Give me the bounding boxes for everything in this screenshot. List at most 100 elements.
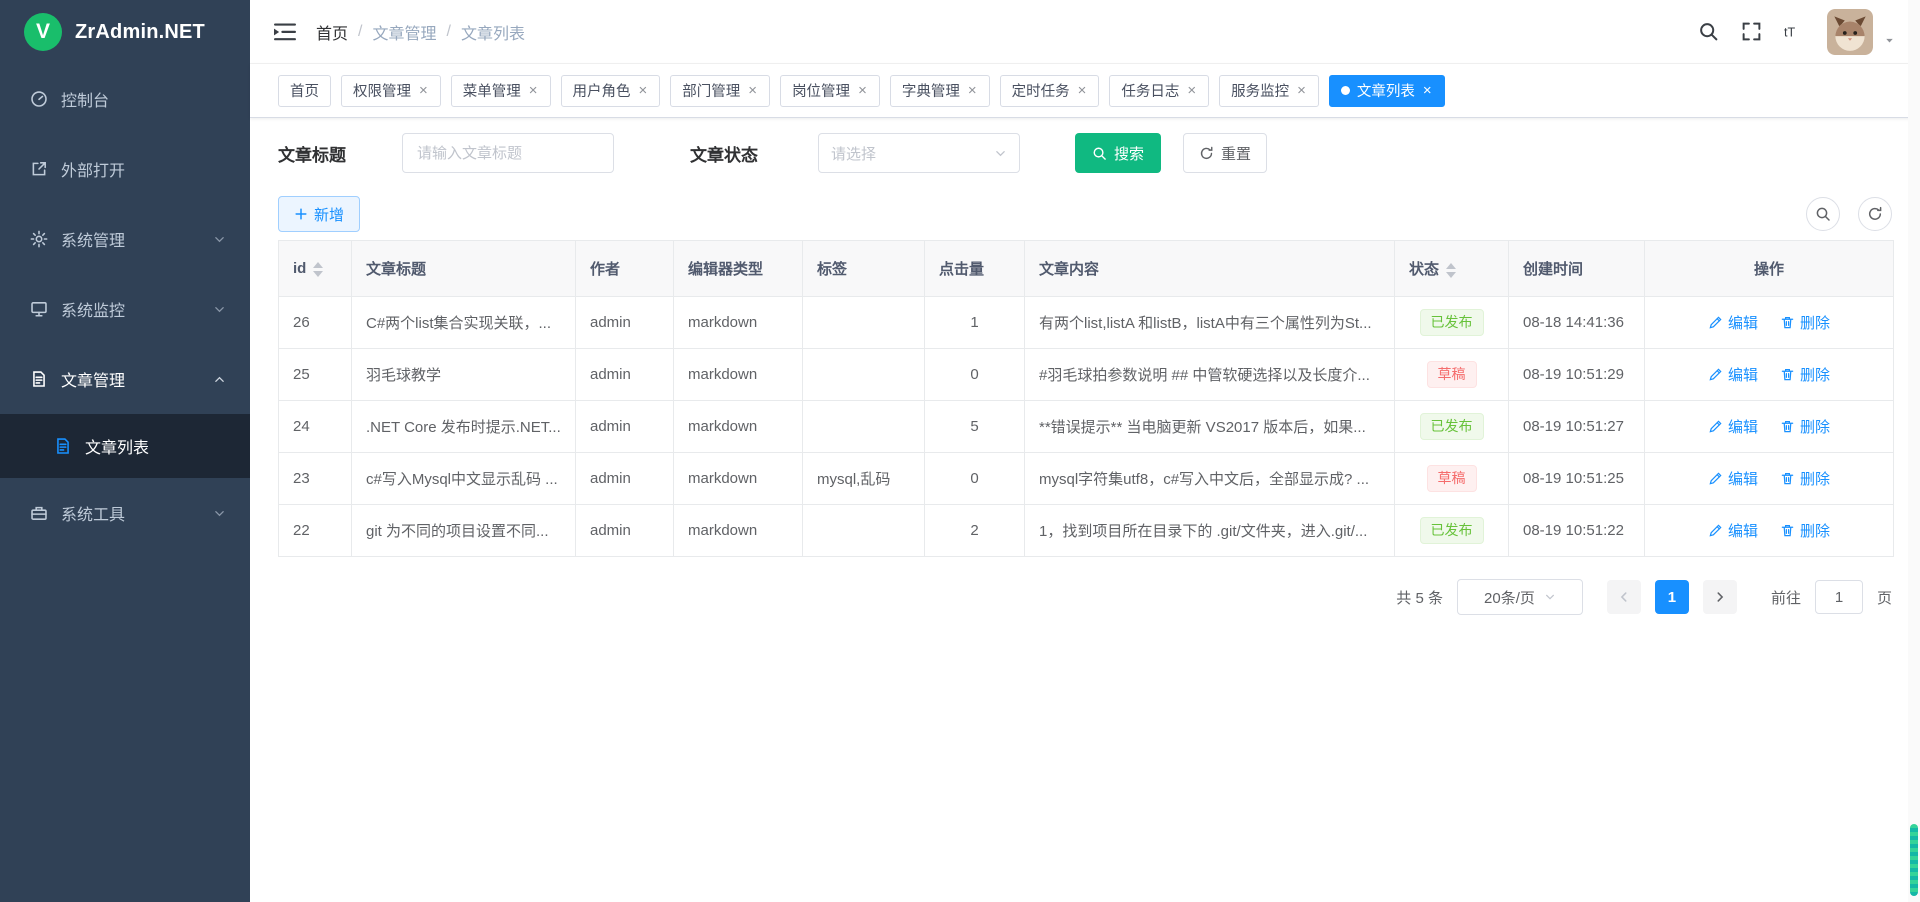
tab-2[interactable]: 菜单管理× (451, 75, 551, 107)
delete-link[interactable]: 删除 (1780, 364, 1830, 385)
edit-link[interactable]: 编辑 (1708, 416, 1758, 437)
close-icon[interactable]: × (747, 83, 758, 98)
refresh-table-button[interactable] (1858, 197, 1892, 231)
tab-8[interactable]: 任务日志× (1109, 75, 1209, 107)
delete-link-label: 删除 (1800, 520, 1830, 541)
reset-button[interactable]: 重置 (1183, 133, 1267, 173)
cell-actions: 编辑 删除 (1645, 349, 1894, 401)
column-header-8: 创建时间 (1509, 241, 1645, 297)
tab-1[interactable]: 权限管理× (341, 75, 441, 107)
edit-link[interactable]: 编辑 (1708, 364, 1758, 385)
title-filter-input[interactable] (402, 133, 614, 173)
status-filter-select[interactable]: 请选择 (818, 133, 1020, 173)
tab-9[interactable]: 服务监控× (1219, 75, 1319, 107)
chevron-down-icon (213, 507, 226, 520)
table-row: 26C#两个list集合实现关联，...adminmarkdown1有两个lis… (279, 297, 1894, 349)
cell-title: c#写入Mysql中文显示乱码 ... (352, 453, 576, 505)
delete-link[interactable]: 删除 (1780, 416, 1830, 437)
cell-status: 已发布 (1395, 297, 1509, 349)
close-icon[interactable]: × (1077, 83, 1088, 98)
page-number-button[interactable]: 1 (1655, 580, 1689, 614)
sidebar-item-label: 系统管理 (61, 227, 125, 251)
edit-link[interactable]: 编辑 (1708, 520, 1758, 541)
toolbox-icon (30, 504, 48, 522)
close-icon[interactable]: × (1296, 83, 1307, 98)
tab-0[interactable]: 首页 (278, 75, 331, 107)
edit-link[interactable]: 编辑 (1708, 468, 1758, 489)
edit-link[interactable]: 编辑 (1708, 312, 1758, 333)
fullscreen-icon[interactable] (1741, 21, 1762, 42)
close-icon[interactable]: × (418, 83, 429, 98)
breadcrumb-item[interactable]: 文章管理 (372, 20, 436, 44)
delete-link-label: 删除 (1800, 364, 1830, 385)
delete-icon (1780, 471, 1795, 486)
breadcrumb: 首页/文章管理/文章列表 (316, 20, 525, 44)
tab-3[interactable]: 用户角色 × (561, 75, 661, 107)
delete-link[interactable]: 删除 (1780, 312, 1830, 333)
pagination: 共 5 条 20条/页 1 前往 页 (250, 557, 1920, 615)
status-badge: 草稿 (1427, 465, 1477, 492)
tab-label: 字典管理 (902, 80, 960, 101)
cell-title: .NET Core 发布时提示.NET... (352, 401, 576, 453)
cell-tags (803, 505, 925, 557)
close-icon[interactable]: × (1186, 83, 1197, 98)
table-row: 23c#写入Mysql中文显示乱码 ...adminmarkdownmysql,… (279, 453, 1894, 505)
tab-label: 用户角色 (573, 80, 631, 101)
scrollbar-thumb[interactable] (1910, 824, 1918, 896)
cell-editor: markdown (674, 349, 803, 401)
add-button[interactable]: 新增 (278, 196, 360, 232)
tab-4[interactable]: 部门管理× (670, 75, 770, 107)
table-row: 24.NET Core 发布时提示.NET...adminmarkdown5**… (279, 401, 1894, 453)
column-header-1: 文章标题 (352, 241, 576, 297)
cell-clicks: 1 (925, 297, 1025, 349)
tab-5[interactable]: 岗位管理× (780, 75, 880, 107)
document-icon (30, 370, 48, 388)
delete-link[interactable]: 删除 (1780, 520, 1830, 541)
sidebar-item-external-open[interactable]: 外部打开 (0, 134, 250, 204)
cell-title: git 为不同的项目设置不同... (352, 505, 576, 557)
delete-link[interactable]: 删除 (1780, 468, 1830, 489)
page-size-select[interactable]: 20条/页 (1457, 579, 1583, 615)
column-header-7[interactable]: 状态 (1395, 241, 1509, 297)
close-icon[interactable]: × (638, 83, 649, 98)
sidebar-item-article-management[interactable]: 文章管理 (0, 344, 250, 414)
hamburger-icon[interactable] (274, 22, 296, 42)
reset-button-label: 重置 (1221, 143, 1251, 164)
column-header-6: 文章内容 (1025, 241, 1395, 297)
close-icon[interactable]: × (967, 83, 978, 98)
navbar-right: tT (1698, 9, 1896, 55)
table-row: 22git 为不同的项目设置不同...adminmarkdown21，找到项目所… (279, 505, 1894, 557)
close-icon[interactable]: × (1422, 83, 1433, 98)
goto-page-input[interactable] (1815, 580, 1863, 614)
scrollbar[interactable] (1908, 0, 1920, 902)
prev-page-button[interactable] (1607, 580, 1641, 614)
next-page-button[interactable] (1703, 580, 1737, 614)
sidebar-item-label: 文章管理 (61, 367, 125, 391)
sidebar-item-dashboard[interactable]: 控制台 (0, 64, 250, 134)
sidebar-item-label: 系统工具 (61, 501, 125, 525)
search-button[interactable]: 搜索 (1075, 133, 1161, 173)
close-icon[interactable]: × (528, 83, 539, 98)
avatar[interactable] (1827, 9, 1873, 55)
close-icon[interactable]: × (857, 83, 868, 98)
tab-6[interactable]: 字典管理 × (890, 75, 990, 107)
sidebar-item-system-management[interactable]: 系统管理 (0, 204, 250, 274)
toggle-search-button[interactable] (1806, 197, 1840, 231)
search-icon (1815, 206, 1831, 222)
sidebar-item-system-tools[interactable]: 系统工具 (0, 478, 250, 548)
caret-down-icon[interactable] (1883, 34, 1896, 47)
sort-icon[interactable] (313, 262, 323, 277)
tab-7[interactable]: 定时任务× (1000, 75, 1100, 107)
column-header-0[interactable]: id (279, 241, 352, 297)
sort-icon[interactable] (1446, 263, 1456, 278)
search-icon[interactable] (1698, 21, 1719, 42)
status-badge: 已发布 (1420, 413, 1484, 440)
sidebar-subitem-article-list[interactable]: 文章列表 (0, 414, 250, 478)
tab-10[interactable]: 文章列表× (1329, 75, 1445, 107)
table-wrap: id文章标题作者编辑器类型标签点击量文章内容状态创建时间操作26C#两个list… (250, 232, 1920, 557)
cell-content: #羽毛球拍参数说明 ## 中管软硬选择以及长度介... (1025, 349, 1395, 401)
font-size-icon[interactable]: tT (1784, 21, 1805, 42)
sidebar-item-system-monitor[interactable]: 系统监控 (0, 274, 250, 344)
cell-title: C#两个list集合实现关联，... (352, 297, 576, 349)
toolbar-right (1806, 197, 1892, 231)
